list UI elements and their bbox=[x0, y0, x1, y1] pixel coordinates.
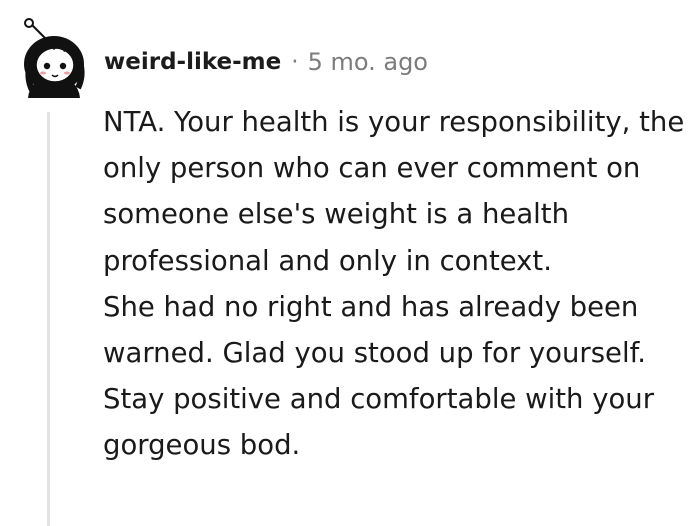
comment-timestamp[interactable]: 5 mo. ago bbox=[308, 48, 428, 76]
snoo-avatar-icon bbox=[24, 18, 85, 98]
avatar[interactable] bbox=[18, 18, 90, 98]
comment: weird-like-me · 5 mo. ago NTA. Your heal… bbox=[0, 0, 700, 526]
comment-header: weird-like-me · 5 mo. ago bbox=[104, 44, 428, 80]
thread-line[interactable] bbox=[47, 112, 50, 526]
comment-paragraph: She had no right and has already been wa… bbox=[103, 290, 655, 462]
separator-dot: · bbox=[291, 49, 299, 75]
author-username[interactable]: weird-like-me bbox=[104, 49, 281, 75]
comment-body: NTA. Your health is your responsibility,… bbox=[103, 99, 693, 469]
comment-paragraph: NTA. Your health is your responsibility,… bbox=[103, 106, 685, 277]
